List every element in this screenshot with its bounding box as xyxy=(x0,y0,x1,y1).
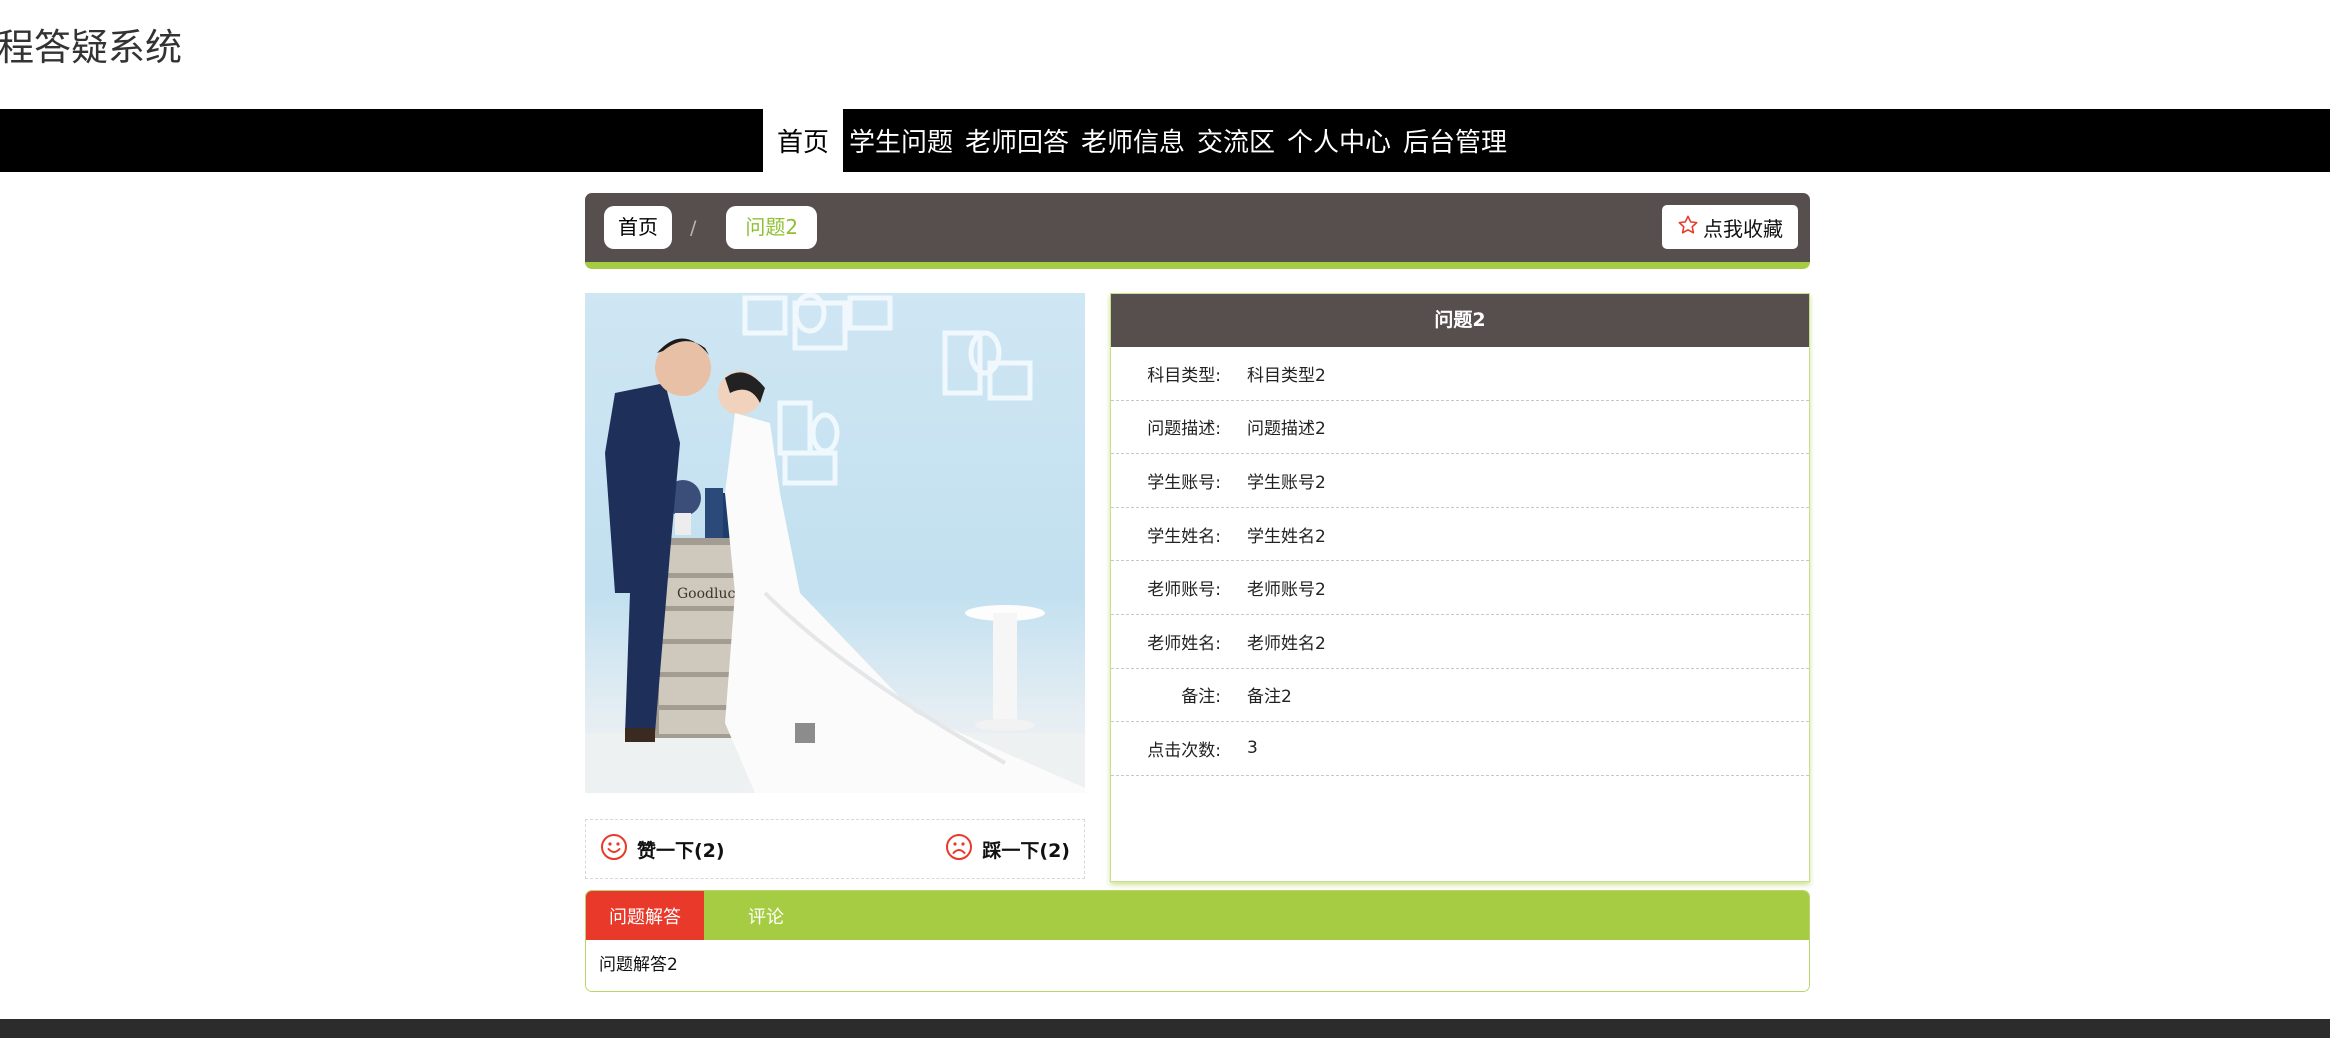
detail-label: 老师姓名: xyxy=(1147,633,1221,654)
footer xyxy=(0,1019,2330,1038)
detail-row: 学生姓名: 学生姓名2 xyxy=(1111,508,1809,562)
detail-label: 备注: xyxy=(1181,687,1221,708)
detail-value: 科目类型2 xyxy=(1247,365,1326,386)
breadcrumb-home[interactable]: 首页 xyxy=(604,206,672,249)
detail-value: 学生姓名2 xyxy=(1247,526,1326,547)
vote-row: 赞一下(2) 踩一下(2) xyxy=(585,819,1085,879)
like-button[interactable]: 赞一下(2) xyxy=(600,833,725,866)
main-content: 首页 / 问题2 点我收藏 Goodluck 赞一下(2) 踩一下(2) 问题2… xyxy=(585,193,1810,992)
frown-icon xyxy=(945,833,973,866)
smile-icon xyxy=(600,833,628,866)
dresser-caption: Goodluck xyxy=(677,586,744,602)
tab-comments[interactable]: 评论 xyxy=(704,891,828,940)
favorite-button[interactable]: 点我收藏 xyxy=(1662,205,1798,249)
detail-row: 问题描述: 问题描述2 xyxy=(1111,401,1809,455)
detail-value: 问题描述2 xyxy=(1247,419,1326,440)
nav-item-teacher-info[interactable]: 老师信息 xyxy=(1075,109,1191,172)
breadcrumb: 首页 / 问题2 点我收藏 xyxy=(585,193,1810,269)
nav-item-admin[interactable]: 后台管理 xyxy=(1397,109,1513,172)
detail-label: 老师账号: xyxy=(1147,580,1221,601)
detail-value: 备注2 xyxy=(1247,687,1292,708)
site-title: 课程答疑系统 xyxy=(0,26,182,69)
tab-bar: 问题解答 评论 xyxy=(586,891,1809,940)
dislike-label: 踩一下(2) xyxy=(982,839,1070,862)
tab-answer[interactable]: 问题解答 xyxy=(586,891,704,940)
detail-label: 学生姓名: xyxy=(1147,526,1221,547)
breadcrumb-current: 问题2 xyxy=(726,206,818,249)
detail-value: 老师姓名2 xyxy=(1247,633,1326,654)
like-label: 赞一下(2) xyxy=(637,839,725,862)
detail-label: 问题描述: xyxy=(1147,419,1221,440)
detail-label: 科目类型: xyxy=(1147,365,1221,386)
nav-item-student-questions[interactable]: 学生问题 xyxy=(843,109,959,172)
detail-row: 科目类型: 科目类型2 xyxy=(1111,347,1809,401)
star-outline-icon xyxy=(1677,214,1699,241)
detail-value: 学生账号2 xyxy=(1247,472,1326,493)
dislike-button[interactable]: 踩一下(2) xyxy=(945,833,1070,866)
tab-content: 问题解答2 xyxy=(586,940,1809,991)
favorite-label: 点我收藏 xyxy=(1703,216,1783,241)
detail-row: 学生账号: 学生账号2 xyxy=(1111,454,1809,508)
nav-item-teacher-answers[interactable]: 老师回答 xyxy=(959,109,1075,172)
nav-item-personal-center[interactable]: 个人中心 xyxy=(1281,109,1397,172)
main-nav: 首页 学生问题 老师回答 老师信息 交流区 个人中心 后台管理 xyxy=(0,109,2330,172)
detail-value: 老师账号2 xyxy=(1247,580,1326,601)
detail-row: 老师姓名: 老师姓名2 xyxy=(1111,615,1809,669)
nav-item-home[interactable]: 首页 xyxy=(762,109,843,172)
detail-row: 点击次数: 3 xyxy=(1111,722,1809,776)
detail-row: 备注: 备注2 xyxy=(1111,669,1809,723)
detail-title: 问题2 xyxy=(1111,294,1809,347)
detail-label: 学生账号: xyxy=(1147,472,1221,493)
question-image: Goodluck xyxy=(585,293,1085,793)
detail-value: 3 xyxy=(1247,738,1258,759)
breadcrumb-separator: / xyxy=(690,216,697,239)
detail-table: 问题2 科目类型: 科目类型2 问题描述: 问题描述2 学生账号: 学生账号2 … xyxy=(1110,293,1810,882)
detail-row: 老师账号: 老师账号2 xyxy=(1111,561,1809,615)
answer-tabs: 问题解答 评论 问题解答2 xyxy=(585,890,1810,992)
nav-item-forum[interactable]: 交流区 xyxy=(1191,109,1281,172)
detail-label: 点击次数: xyxy=(1147,740,1221,761)
